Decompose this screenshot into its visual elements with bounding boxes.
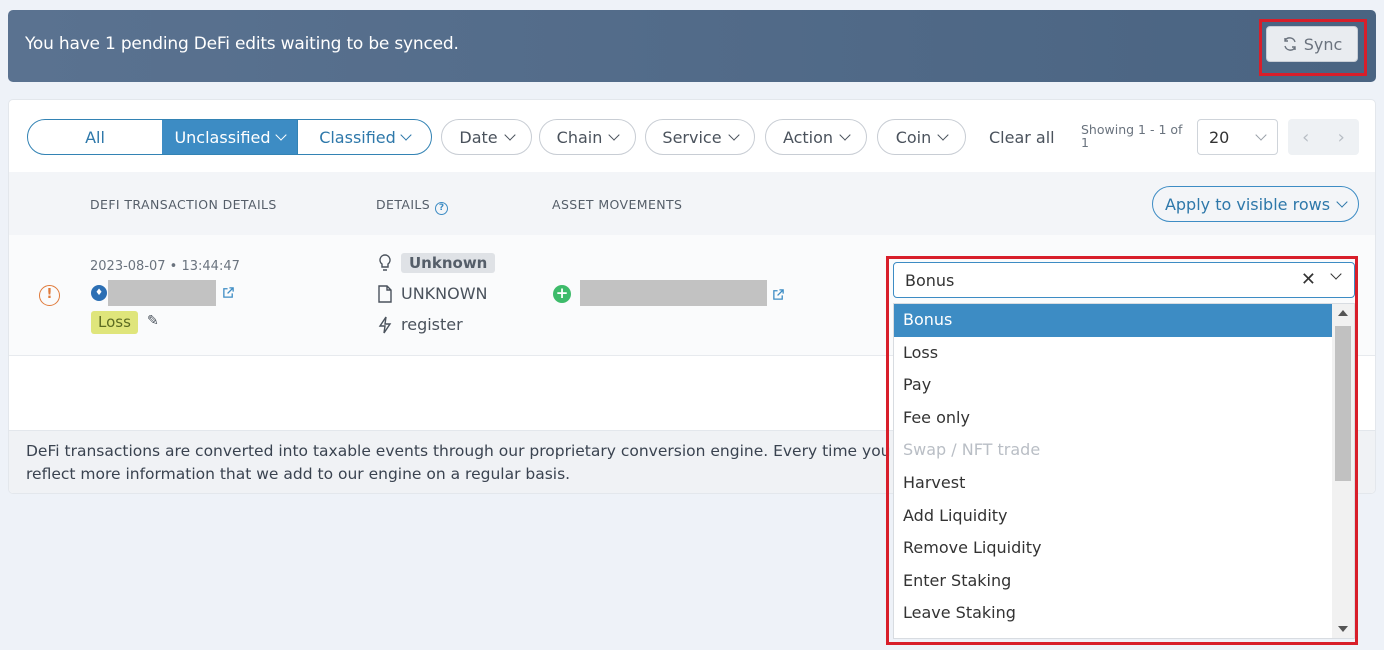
chevron-down-icon bbox=[937, 129, 949, 141]
lightbulb-icon bbox=[379, 254, 391, 271]
classification-filter: All Unclassified Classified bbox=[27, 119, 432, 155]
pagination-nav: ‹ › bbox=[1288, 119, 1359, 155]
pending-edits-banner: You have 1 pending DeFi edits waiting to… bbox=[8, 10, 1376, 82]
coin-filter[interactable]: Coin bbox=[877, 119, 966, 155]
header-details: DETAILS? bbox=[376, 197, 449, 215]
prev-page-icon[interactable]: ‹ bbox=[1302, 127, 1309, 148]
classification-tag: Loss bbox=[91, 311, 138, 334]
pending-edits-message: You have 1 pending DeFi edits waiting to… bbox=[25, 34, 459, 54]
document-icon bbox=[378, 284, 392, 303]
filter-classified[interactable]: Classified bbox=[297, 120, 431, 154]
next-page-icon[interactable]: › bbox=[1338, 127, 1345, 148]
chevron-down-icon bbox=[1255, 129, 1267, 141]
sync-button[interactable]: Sync bbox=[1266, 26, 1358, 62]
apply-to-visible-rows-button[interactable]: Apply to visible rows bbox=[1152, 186, 1359, 222]
edit-icon[interactable]: ✎ bbox=[147, 313, 159, 329]
redacted-asset bbox=[580, 280, 767, 306]
chevron-down-icon bbox=[839, 129, 851, 141]
scrollbar-thumb[interactable] bbox=[1335, 326, 1351, 481]
scroll-up-icon[interactable] bbox=[1338, 310, 1348, 316]
chevron-down-icon bbox=[503, 129, 516, 141]
chevron-down-icon bbox=[727, 129, 740, 141]
detail-type-row: UNKNOWN bbox=[377, 284, 488, 303]
dropdown-option[interactable]: Remove Liquidity bbox=[894, 532, 1332, 565]
clear-all-button[interactable]: Clear all bbox=[989, 128, 1055, 147]
action-filter[interactable]: Action bbox=[765, 119, 867, 155]
clear-icon[interactable]: ✕ bbox=[1301, 269, 1316, 290]
redacted-address bbox=[108, 280, 216, 306]
date-filter[interactable]: Date bbox=[441, 119, 532, 155]
classification-options: Bonus Loss Pay Fee only Swap / NFT trade Harv… bbox=[893, 303, 1355, 639]
chevron-down-icon bbox=[274, 129, 287, 141]
scroll-down-icon[interactable] bbox=[1338, 626, 1348, 632]
external-link-icon[interactable] bbox=[772, 288, 785, 301]
incoming-plus-icon: + bbox=[553, 285, 571, 303]
dropdown-option[interactable]: Bonus bbox=[894, 304, 1332, 337]
chevron-down-icon bbox=[400, 129, 412, 141]
dropdown-option[interactable]: Add Liquidity bbox=[894, 500, 1332, 533]
chevron-down-icon bbox=[1336, 196, 1348, 208]
dropdown-option[interactable]: Pay bbox=[894, 369, 1332, 402]
header-defi-details: DEFI TRANSACTION DETAILS bbox=[90, 197, 277, 212]
dropdown-option[interactable]: Loss bbox=[894, 337, 1332, 370]
detail-method: register bbox=[401, 315, 463, 334]
sync-label: Sync bbox=[1303, 34, 1343, 54]
dropdown-scrollbar[interactable] bbox=[1332, 304, 1354, 638]
chain-filter[interactable]: Chain bbox=[539, 119, 636, 155]
dropdown-option: Swap / NFT trade bbox=[903, 440, 1041, 460]
dropdown-option[interactable]: Enter Staking bbox=[894, 565, 1332, 598]
detail-type: UNKNOWN bbox=[401, 284, 488, 303]
dropdown-option[interactable]: Leave Staking bbox=[894, 597, 1332, 630]
lightning-icon bbox=[378, 316, 392, 333]
pagination-status: Showing 1 - 1 of 1 bbox=[1081, 122, 1183, 150]
rows-per-page-select[interactable]: 20 bbox=[1197, 119, 1278, 155]
classification-select-value: Bonus bbox=[905, 270, 955, 290]
dropdown-option[interactable]: Harvest bbox=[894, 467, 1332, 500]
classification-select[interactable]: Bonus ✕ bbox=[893, 262, 1355, 298]
external-link-icon[interactable] bbox=[222, 286, 235, 299]
ethereum-icon: ♦ bbox=[91, 285, 107, 301]
detail-badge-row: Unknown bbox=[377, 253, 496, 273]
filter-unclassified[interactable]: Unclassified bbox=[162, 120, 297, 154]
warning-icon: ! bbox=[39, 285, 60, 306]
transaction-datetime: 2023-08-07 • 13:44:47 bbox=[90, 259, 240, 274]
chevron-down-icon bbox=[608, 129, 621, 141]
service-filter[interactable]: Service bbox=[645, 119, 755, 155]
dropdown-option[interactable]: Fee only bbox=[894, 402, 1332, 435]
refresh-icon bbox=[1284, 37, 1296, 51]
chevron-down-icon[interactable] bbox=[1330, 268, 1342, 280]
header-asset-movements: ASSET MOVEMENTS bbox=[552, 197, 683, 212]
detail-method-row: register bbox=[377, 315, 463, 334]
detail-badge: Unknown bbox=[401, 253, 496, 273]
filter-all[interactable]: All bbox=[28, 120, 162, 154]
help-icon[interactable]: ? bbox=[435, 202, 449, 215]
